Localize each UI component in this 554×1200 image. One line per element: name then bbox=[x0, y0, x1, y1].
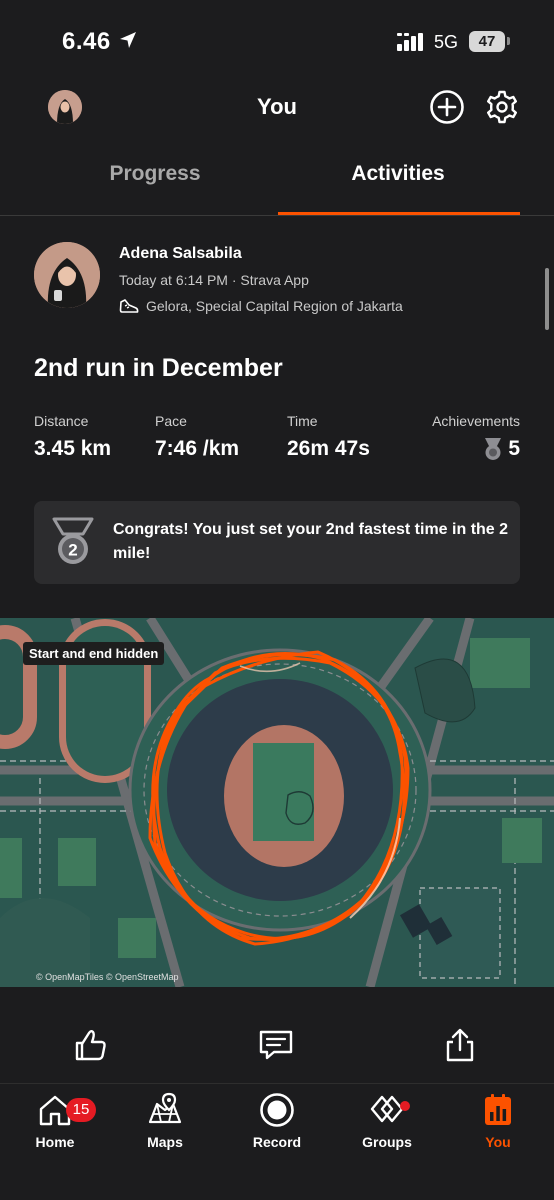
athlete-avatar-illustration bbox=[34, 242, 100, 308]
stat-distance-label: Distance bbox=[34, 413, 89, 429]
nav-record[interactable]: Record bbox=[232, 1092, 322, 1150]
second-place-medal-icon: 2 bbox=[52, 517, 94, 564]
stat-distance-value: 3.45 km bbox=[34, 437, 112, 460]
location-arrow-icon bbox=[120, 32, 136, 48]
groups-notification-dot bbox=[400, 1101, 410, 1111]
map-attribution[interactable]: © OpenMapTiles © OpenStreetMap bbox=[36, 972, 179, 982]
privacy-badge: Start and end hidden bbox=[23, 642, 165, 665]
settings-gear-icon[interactable] bbox=[484, 89, 520, 125]
stat-distance: Distance 3.45 km bbox=[34, 413, 111, 461]
activity-title[interactable]: 2nd run in December bbox=[34, 354, 283, 383]
stat-time-label: Time bbox=[287, 413, 318, 429]
app-header: You Progress Activities bbox=[0, 84, 554, 216]
nav-record-label: Record bbox=[252, 1134, 302, 1150]
activity-meta: Today at 6:14 PM · Strava App bbox=[119, 272, 309, 288]
activity-location: Gelora, Special Capital Region of Jakart… bbox=[146, 298, 403, 314]
groups-icon bbox=[370, 1095, 404, 1123]
kudos-thumbs-up-icon[interactable] bbox=[73, 1027, 109, 1063]
tab-activities[interactable]: Activities bbox=[298, 162, 498, 186]
battery-nub bbox=[507, 37, 510, 45]
achievement-text: Congrats! You just set your 2nd fastest … bbox=[113, 521, 509, 562]
active-tab-indicator bbox=[278, 212, 520, 215]
achievement-banner[interactable]: 2 Congrats! You just set your 2nd fastes… bbox=[34, 501, 520, 584]
maps-icon bbox=[148, 1092, 182, 1124]
battery-indicator: 47 bbox=[469, 31, 505, 52]
signal-icon bbox=[397, 33, 423, 51]
stat-time: Time 26m 47s bbox=[287, 413, 370, 461]
nav-groups[interactable]: Groups bbox=[342, 1092, 432, 1150]
you-icon bbox=[485, 1094, 511, 1125]
nav-groups-label: Groups bbox=[362, 1134, 412, 1150]
tab-progress[interactable]: Progress bbox=[55, 162, 255, 186]
scrollbar[interactable] bbox=[545, 268, 549, 330]
nav-home-label: Home bbox=[35, 1134, 75, 1150]
bottom-nav: Home 15 Maps Record Groups You bbox=[0, 1083, 554, 1200]
map-canvas bbox=[0, 618, 554, 987]
comment-icon[interactable] bbox=[258, 1027, 294, 1063]
stat-pace: Pace 7:46 /km bbox=[155, 413, 239, 461]
record-icon bbox=[260, 1093, 294, 1127]
activity-card[interactable]: Adena Salsabila Today at 6:14 PM · Strav… bbox=[0, 216, 554, 618]
status-bar: 6.46 5G 47 bbox=[0, 0, 554, 84]
nav-you[interactable]: You bbox=[453, 1092, 543, 1150]
stat-achievements[interactable]: Achievements 5 bbox=[432, 413, 520, 461]
stat-pace-value: 7:46 /km bbox=[155, 437, 240, 460]
stat-pace-label: Pace bbox=[155, 413, 187, 429]
nav-maps-label: Maps bbox=[147, 1134, 183, 1150]
network-type: 5G bbox=[434, 32, 459, 52]
status-time: 6.46 bbox=[62, 28, 111, 55]
athlete-avatar[interactable] bbox=[34, 242, 100, 308]
athlete-name[interactable]: Adena Salsabila bbox=[119, 245, 242, 263]
stat-achievements-row: 5 bbox=[432, 437, 520, 461]
nav-you-label: You bbox=[485, 1134, 511, 1150]
page-title: You bbox=[257, 94, 297, 119]
stat-achievements-label: Achievements bbox=[432, 413, 520, 429]
stat-time-value: 26m 47s bbox=[287, 437, 370, 460]
nav-maps[interactable]: Maps bbox=[120, 1092, 210, 1150]
activity-actions bbox=[0, 987, 554, 1083]
notification-count-badge: 15 bbox=[66, 1098, 96, 1122]
running-shoe-icon bbox=[119, 299, 139, 313]
stat-achievements-value: 5 bbox=[508, 437, 520, 460]
medal-rank-text: 2 bbox=[68, 541, 77, 560]
route-map[interactable]: Start and end hidden © OpenMapTiles © Op… bbox=[0, 618, 554, 987]
share-icon[interactable] bbox=[442, 1027, 478, 1063]
achievement-medal-icon bbox=[485, 438, 502, 460]
add-icon[interactable] bbox=[429, 89, 465, 125]
nav-home[interactable]: Home 15 bbox=[10, 1092, 100, 1150]
